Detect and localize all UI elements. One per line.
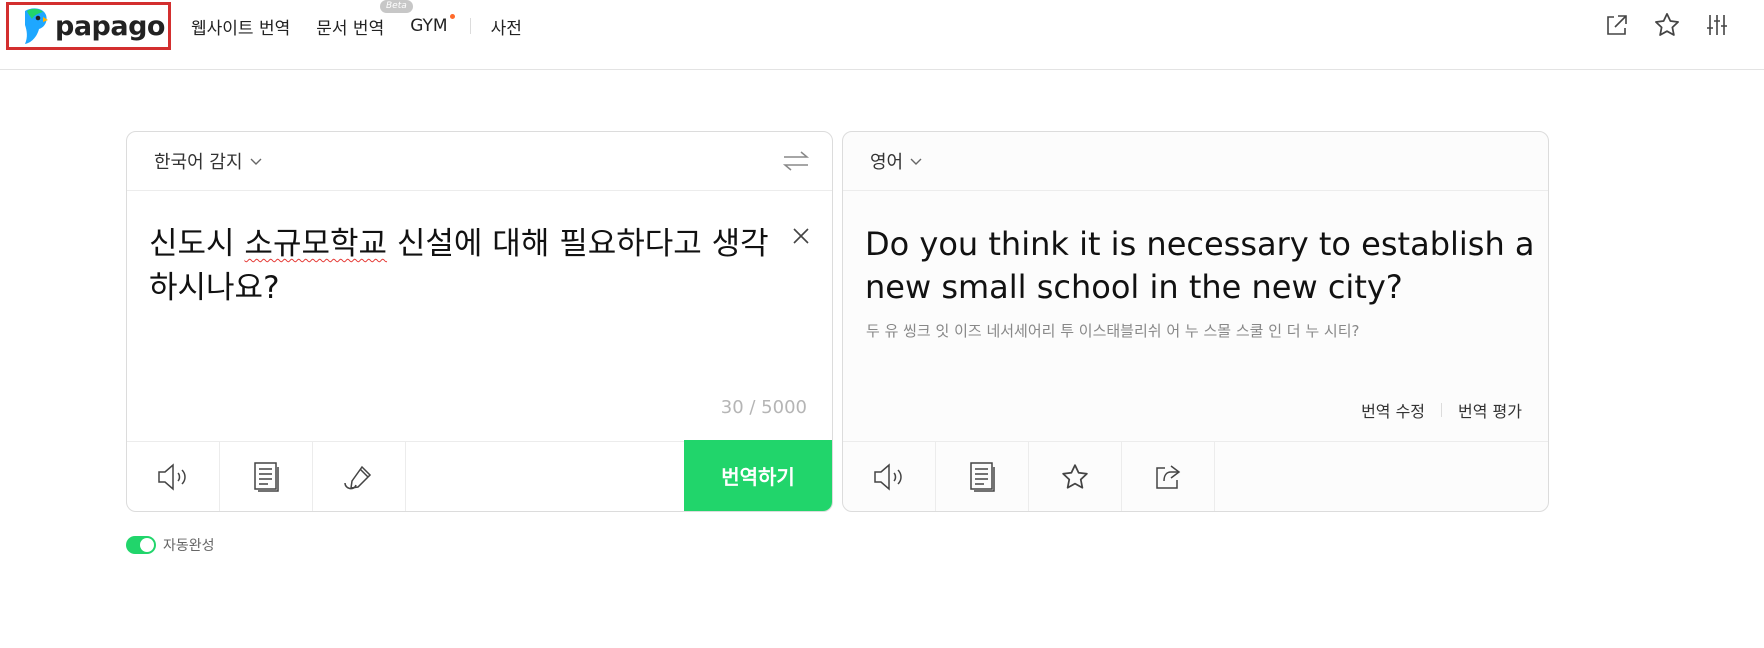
source-text-prefix: 신도시 bbox=[149, 226, 245, 262]
rate-translation-link[interactable]: 번역 평가 bbox=[1458, 398, 1522, 422]
source-text-input[interactable]: 신도시 소규모학교 신설에 대해 필요하다고 생각하시나요? bbox=[149, 222, 779, 310]
share-icon bbox=[1156, 465, 1181, 489]
top-header: papago 웹사이트 번역 문서 번역 GYM 사전 Beta bbox=[0, 0, 1764, 70]
target-language-select[interactable]: 영어 bbox=[870, 148, 923, 174]
speaker-icon bbox=[158, 463, 186, 491]
chevron-down-icon bbox=[250, 158, 262, 165]
swap-languages-icon[interactable] bbox=[782, 149, 810, 177]
target-language-label: 영어 bbox=[870, 152, 904, 173]
papago-parrot-icon bbox=[25, 8, 48, 45]
pronunciation-text: 두 유 씽크 잇 이즈 네서세어리 투 이스태블리쉬 어 누 스몰 스쿨 인 더… bbox=[866, 322, 1360, 340]
share-button[interactable] bbox=[1122, 442, 1215, 511]
translation-output: Do you think it is necessary to establis… bbox=[865, 225, 1535, 306]
source-panel-header: 한국어 감지 bbox=[127, 132, 832, 191]
logo[interactable]: papago bbox=[6, 2, 171, 50]
character-counter: 30 / 5000 bbox=[720, 397, 807, 418]
target-panel-header: 영어 bbox=[843, 132, 1548, 191]
handwriting-button[interactable] bbox=[220, 442, 313, 511]
edit-translation-link[interactable]: 번역 수정 bbox=[1361, 398, 1425, 422]
translate-button[interactable]: 번역하기 bbox=[684, 440, 832, 511]
autocomplete-setting: 자동완성 bbox=[126, 535, 215, 555]
target-panel: 영어 Do you think it is necessary to estab… bbox=[842, 131, 1549, 512]
external-link-icon[interactable] bbox=[1600, 8, 1634, 42]
nav-divider bbox=[469, 18, 471, 34]
toggle-knob bbox=[140, 538, 154, 552]
settings-sliders-icon[interactable] bbox=[1700, 8, 1734, 42]
listen-source-button[interactable] bbox=[127, 442, 220, 511]
copy-button[interactable] bbox=[936, 442, 1029, 511]
pen-icon bbox=[344, 465, 372, 490]
target-toolbar bbox=[843, 441, 1548, 511]
source-panel: 한국어 감지 신도시 소규모학교 신설에 대해 필요하다고 생각하시나요? 30… bbox=[126, 131, 833, 512]
source-language-select[interactable]: 한국어 감지 bbox=[154, 148, 263, 174]
source-language-label: 한국어 감지 bbox=[154, 152, 243, 173]
nav-gym[interactable]: GYM bbox=[410, 14, 455, 36]
beta-badge: Beta bbox=[380, 0, 413, 13]
star-icon[interactable] bbox=[1650, 8, 1684, 42]
nav-website-translate[interactable]: 웹사이트 번역 bbox=[191, 14, 290, 39]
nav-gym-label: GYM bbox=[410, 16, 448, 36]
nav-document-translate[interactable]: 문서 번역 bbox=[316, 14, 384, 39]
header-actions bbox=[1584, 8, 1734, 42]
logo-text: papago bbox=[55, 10, 165, 42]
link-divider bbox=[1441, 403, 1443, 417]
speaker-icon bbox=[874, 463, 902, 491]
translation-feedback-links: 번역 수정 번역 평가 bbox=[1361, 398, 1522, 422]
listen-target-button[interactable] bbox=[843, 442, 936, 511]
copy-icon bbox=[970, 462, 995, 492]
spellcheck-word[interactable]: 소규모학교 bbox=[244, 226, 387, 262]
main-nav: 웹사이트 번역 문서 번역 GYM 사전 bbox=[191, 0, 548, 52]
favorite-button[interactable] bbox=[1029, 442, 1122, 511]
document-icon bbox=[254, 462, 279, 492]
new-dot-badge bbox=[449, 14, 455, 19]
clear-text-icon[interactable] bbox=[792, 227, 810, 249]
autocomplete-label: 자동완성 bbox=[163, 538, 215, 554]
chevron-down-icon bbox=[910, 158, 922, 165]
nav-dictionary[interactable]: 사전 bbox=[491, 14, 522, 39]
pen-input-button[interactable] bbox=[313, 442, 406, 511]
star-icon bbox=[1062, 464, 1088, 489]
autocomplete-toggle[interactable] bbox=[126, 536, 156, 554]
